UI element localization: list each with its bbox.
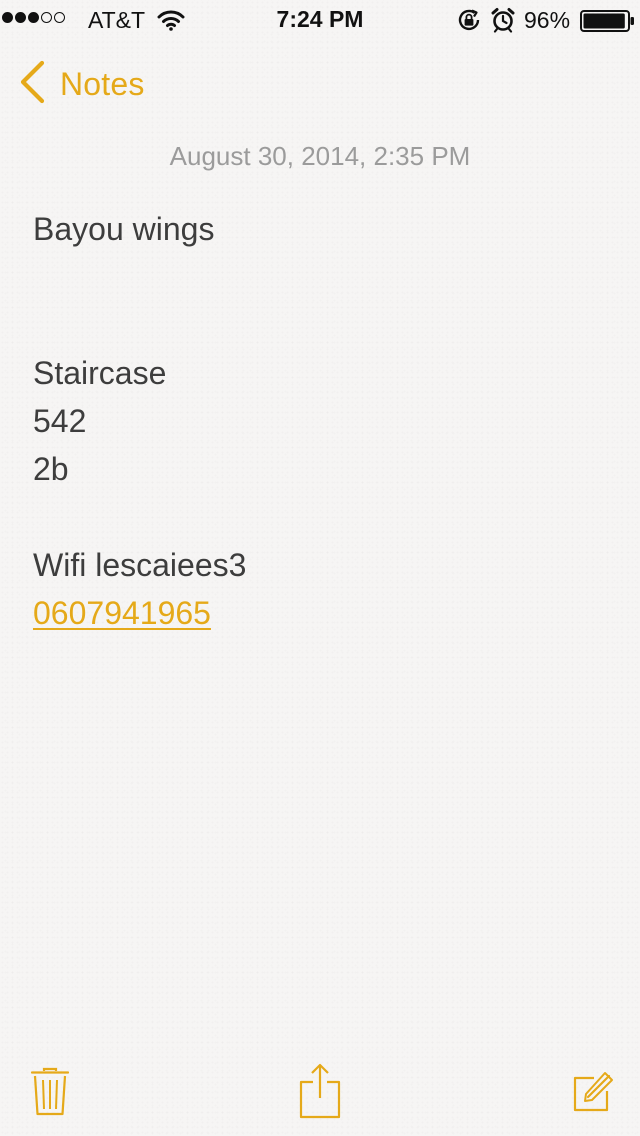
battery-icon — [580, 10, 636, 37]
phone-number-link[interactable]: 0607941965 — [33, 595, 211, 631]
note-blank-line — [33, 493, 623, 541]
compose-icon — [572, 1072, 614, 1117]
share-icon — [298, 1063, 342, 1124]
status-bar: AT&T 7:24 PM 96% — [0, 0, 640, 40]
note-body[interactable]: Bayou wings Staircase 542 2b Wifi lescai… — [33, 205, 623, 637]
note-blank-line — [33, 301, 623, 349]
back-button[interactable]: Notes — [18, 60, 145, 108]
chevron-left-icon — [18, 60, 46, 109]
rotation-lock-icon — [456, 8, 482, 37]
note-line: Staircase — [33, 355, 167, 391]
note-blank-line — [33, 253, 623, 301]
share-button[interactable] — [298, 1062, 342, 1125]
note-date: August 30, 2014, 2:35 PM — [169, 141, 471, 171]
alarm-icon — [490, 7, 516, 38]
battery-percentage: 96% — [524, 7, 571, 33]
note-line: 542 — [33, 403, 87, 439]
trash-button[interactable] — [30, 1066, 70, 1121]
note-line: Wifi lescaiees3 — [33, 547, 247, 583]
compose-button[interactable] — [572, 1071, 614, 1118]
note-line: 2b — [33, 451, 69, 487]
note-line-link-row: 0607941965 — [33, 589, 623, 637]
note-line: Bayou wings — [33, 211, 215, 247]
trash-icon — [30, 1067, 70, 1120]
back-button-label: Notes — [60, 65, 145, 102]
